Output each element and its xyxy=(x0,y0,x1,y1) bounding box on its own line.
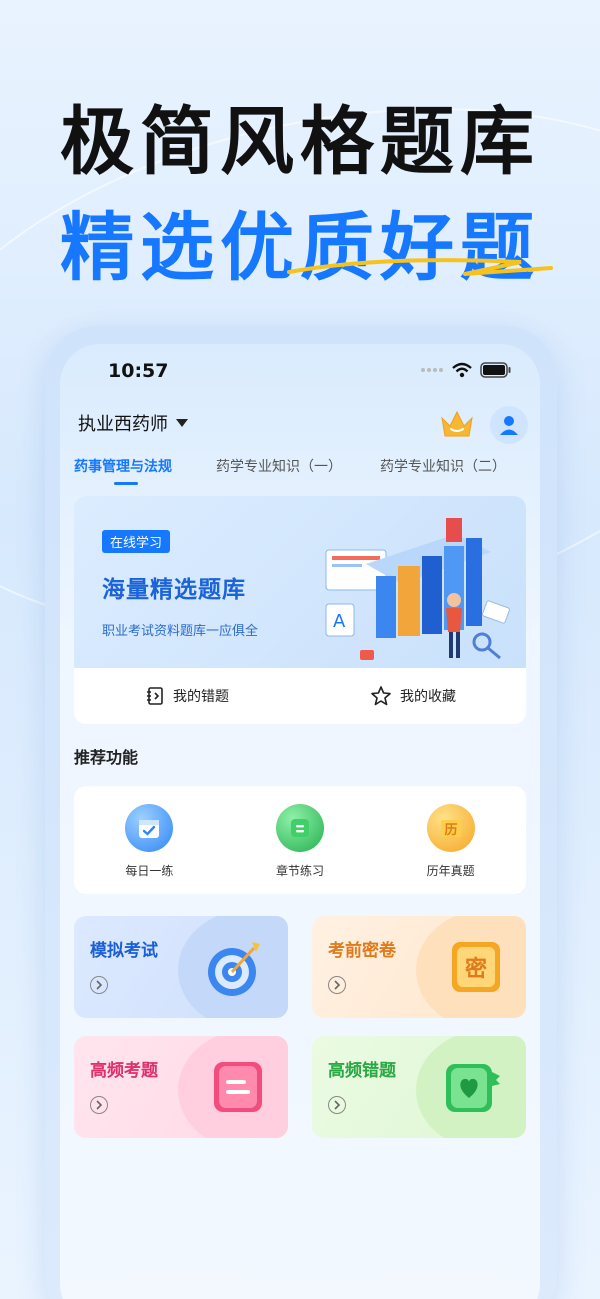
heart-book-icon xyxy=(446,1064,500,1112)
banner-title: 海量精选题库 xyxy=(102,577,246,603)
star-icon xyxy=(371,686,391,706)
active-tab-indicator xyxy=(114,482,138,485)
module-pre-exam-paper-title: 考前密卷 xyxy=(328,941,396,961)
app-header: 执业西药师 xyxy=(78,406,528,450)
module-high-frequency-questions-title: 高频考题 xyxy=(90,1061,158,1081)
notebook-icon xyxy=(147,687,163,705)
library-illustration-icon: A xyxy=(325,518,510,660)
module-high-frequency-mistakes[interactable]: 高频错题 xyxy=(312,1036,526,1138)
tab-pharmacy-knowledge-2[interactable]: 药学专业知识（二） xyxy=(380,456,506,476)
section-title: 推荐功能 xyxy=(74,748,139,767)
app-screen: 10:57 执业西药师 药事管理与法规 药学专业知识（一） 药学专业知识（二） … xyxy=(60,344,540,1299)
banner-subtitle: 职业考试资料题库一应俱全 xyxy=(102,624,259,639)
promo-headline: 极简风格题库 xyxy=(60,99,540,185)
document-icon xyxy=(214,1062,262,1112)
feature-daily-practice[interactable]: 每日一练 xyxy=(74,786,225,894)
module-pre-exam-paper[interactable]: 考前密卷 密 xyxy=(312,916,526,1018)
chevron-right-icon xyxy=(90,976,108,994)
banner-card[interactable]: 在线学习 海量精选题库 职业考试资料题库一应俱全 A 我的错题 我的收藏 xyxy=(74,496,526,724)
status-bar: 10:57 xyxy=(60,344,540,396)
my-mistakes-button[interactable]: 我的错题 xyxy=(74,668,300,724)
caret-down-icon xyxy=(176,419,188,427)
target-icon xyxy=(208,942,260,996)
subject-tabs: 药事管理与法规 药学专业知识（一） 药学专业知识（二） xyxy=(74,456,540,488)
secret-paper-icon: 密 xyxy=(452,942,500,992)
feature-past-exams[interactable]: 历 历年真题 xyxy=(375,786,526,894)
battery-icon xyxy=(480,362,511,378)
feature-daily-practice-label: 每日一练 xyxy=(125,864,174,878)
chevron-right-icon xyxy=(90,1096,108,1114)
my-mistakes-label: 我的错题 xyxy=(173,689,229,705)
tab-pharmacy-knowledge-1[interactable]: 药学专业知识（一） xyxy=(216,456,342,476)
chevron-right-icon xyxy=(328,1096,346,1114)
history-icon: 历 xyxy=(426,804,475,852)
banner-actions: 我的错题 我的收藏 xyxy=(74,668,526,724)
user-avatar-icon[interactable] xyxy=(490,406,528,444)
my-favorites-label: 我的收藏 xyxy=(400,689,456,705)
status-time: 10:57 xyxy=(108,360,169,382)
wifi-icon xyxy=(452,362,472,378)
signal-icon xyxy=(421,368,443,372)
chevron-right-icon xyxy=(328,976,346,994)
module-high-frequency-mistakes-title: 高频错题 xyxy=(328,1061,396,1081)
calendar-check-icon xyxy=(125,804,174,852)
feature-past-exams-label: 历年真题 xyxy=(426,864,475,878)
exam-selector-label: 执业西药师 xyxy=(78,414,168,435)
exam-selector[interactable]: 执业西药师 xyxy=(78,410,188,436)
vip-crown-icon[interactable] xyxy=(438,408,476,440)
status-icons xyxy=(420,362,512,378)
svg-text:密: 密 xyxy=(465,956,487,982)
banner-hero: 在线学习 海量精选题库 职业考试资料题库一应俱全 A xyxy=(74,496,526,668)
list-icon xyxy=(276,804,324,852)
tab-drug-administration[interactable]: 药事管理与法规 xyxy=(74,456,172,476)
module-high-frequency-questions[interactable]: 高频考题 xyxy=(74,1036,288,1138)
module-mock-exam-title: 模拟考试 xyxy=(90,941,158,961)
my-favorites-button[interactable]: 我的收藏 xyxy=(300,668,526,724)
feature-chapter-practice[interactable]: 章节练习 xyxy=(225,786,376,894)
module-mock-exam[interactable]: 模拟考试 xyxy=(74,916,288,1018)
banner-tag: 在线学习 xyxy=(102,530,171,553)
feature-chapter-practice-label: 章节练习 xyxy=(276,864,325,878)
features-card: 每日一练 章节练习 历 历年真题 xyxy=(74,786,526,894)
yellow-underline-decoration xyxy=(287,258,553,276)
svg-text:A: A xyxy=(333,611,346,632)
svg-text:历: 历 xyxy=(444,823,457,838)
